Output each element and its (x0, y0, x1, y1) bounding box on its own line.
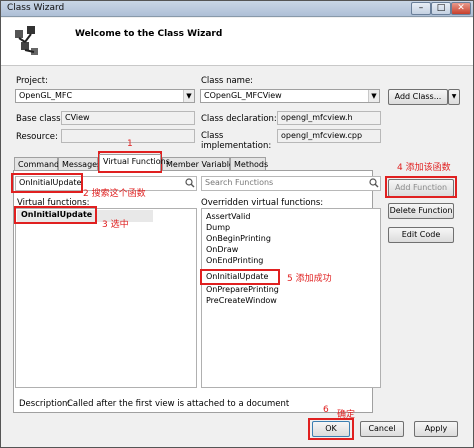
tab-commands[interactable]: Commands (14, 157, 63, 171)
overridden-functions-label: Overridden virtual functions: (201, 198, 324, 208)
base-class-label: Base class: (16, 114, 64, 124)
class-name-combo[interactable]: COpenGL_MFCView ▼ (200, 89, 380, 103)
annotation-step-5: 5 添加成功 (287, 274, 332, 284)
minimize-button[interactable]: – (411, 2, 431, 15)
window-title: Class Wizard (7, 3, 65, 13)
class-declaration-field: opengl_mfcview.h (277, 111, 381, 125)
add-class-dropdown-arrow[interactable]: ▼ (448, 89, 460, 105)
class-implementation-label: Class implementation: (201, 131, 272, 151)
welcome-title: Welcome to the Class Wizard (75, 29, 223, 39)
overridden-search-input[interactable]: Search Functions (201, 176, 381, 191)
annotation-box-ok (308, 418, 354, 440)
description-text: Called after the first view is attached … (67, 399, 290, 409)
delete-function-button[interactable]: Delete Function (388, 203, 454, 219)
project-label: Project: (16, 76, 48, 86)
annotation-step-6-label: 确定 (337, 410, 356, 420)
project-combo[interactable]: OpenGL_MFC ▼ (15, 89, 195, 103)
annotation-step-6: 6 (323, 405, 329, 415)
title-bar: Class Wizard – □ ✕ (1, 1, 473, 17)
list-item[interactable]: Dump (206, 223, 230, 232)
list-item[interactable]: AssertValid (206, 212, 250, 221)
chevron-down-icon: ▼ (183, 90, 194, 102)
annotation-box-added (200, 269, 280, 285)
list-item[interactable]: OnDraw (206, 245, 238, 254)
search-icon[interactable] (369, 178, 379, 188)
tab-virtual-functions[interactable]: Virtual Functions (99, 154, 170, 171)
virtual-functions-list[interactable] (15, 208, 197, 388)
annotation-step-1: 1 (127, 139, 133, 149)
list-item[interactable]: OnPreparePrinting (206, 285, 279, 294)
tab-methods[interactable]: Methods (230, 157, 268, 171)
cancel-button[interactable]: Cancel (360, 421, 404, 437)
class-name-value: COpenGL_MFCView (204, 91, 282, 100)
list-item[interactable]: OnBeginPrinting (206, 234, 271, 243)
base-class-field: CView (61, 111, 195, 125)
annotation-box-select (14, 206, 97, 224)
chevron-down-icon: ▼ (368, 90, 379, 102)
wizard-header: Welcome to the Class Wizard (1, 18, 473, 66)
search-icon[interactable] (185, 178, 195, 188)
close-button[interactable]: ✕ (451, 2, 471, 15)
list-item[interactable]: PreCreateWindow (206, 296, 277, 305)
resource-label: Resource: (16, 132, 58, 142)
base-class-value: CView (65, 113, 90, 122)
annotation-box-add (385, 176, 457, 198)
class-declaration-value: opengl_mfcview.h (281, 113, 353, 122)
class-implementation-value: opengl_mfcview.cpp (281, 131, 363, 140)
list-item[interactable]: OnEndPrinting (206, 256, 263, 265)
annotation-box-search (11, 173, 83, 193)
add-class-button[interactable]: Add Class... (388, 89, 448, 105)
project-value: OpenGL_MFC (19, 91, 73, 100)
description-label: Description: (19, 399, 71, 409)
class-implementation-field: opengl_mfcview.cpp (277, 129, 381, 143)
overridden-search-placeholder: Search Functions (205, 178, 274, 187)
edit-code-button[interactable]: Edit Code (388, 227, 454, 243)
tab-member-variables[interactable]: Member Variables (162, 157, 238, 171)
annotation-step-3: 3 选中 (102, 220, 129, 230)
class-wizard-window: Class Wizard – □ ✕ Welcome to the Class … (0, 0, 474, 448)
annotation-step-4: 4 添加该函数 (397, 163, 451, 173)
apply-button[interactable]: Apply (414, 421, 458, 437)
class-declaration-label: Class declaration: (201, 114, 277, 124)
class-wizard-logo-icon (15, 26, 38, 55)
maximize-button[interactable]: □ (431, 2, 451, 15)
annotation-step-2: 2 搜索这个函数 (83, 189, 146, 199)
tab-messages[interactable]: Messages (58, 157, 101, 171)
class-name-label: Class name: (201, 76, 254, 86)
